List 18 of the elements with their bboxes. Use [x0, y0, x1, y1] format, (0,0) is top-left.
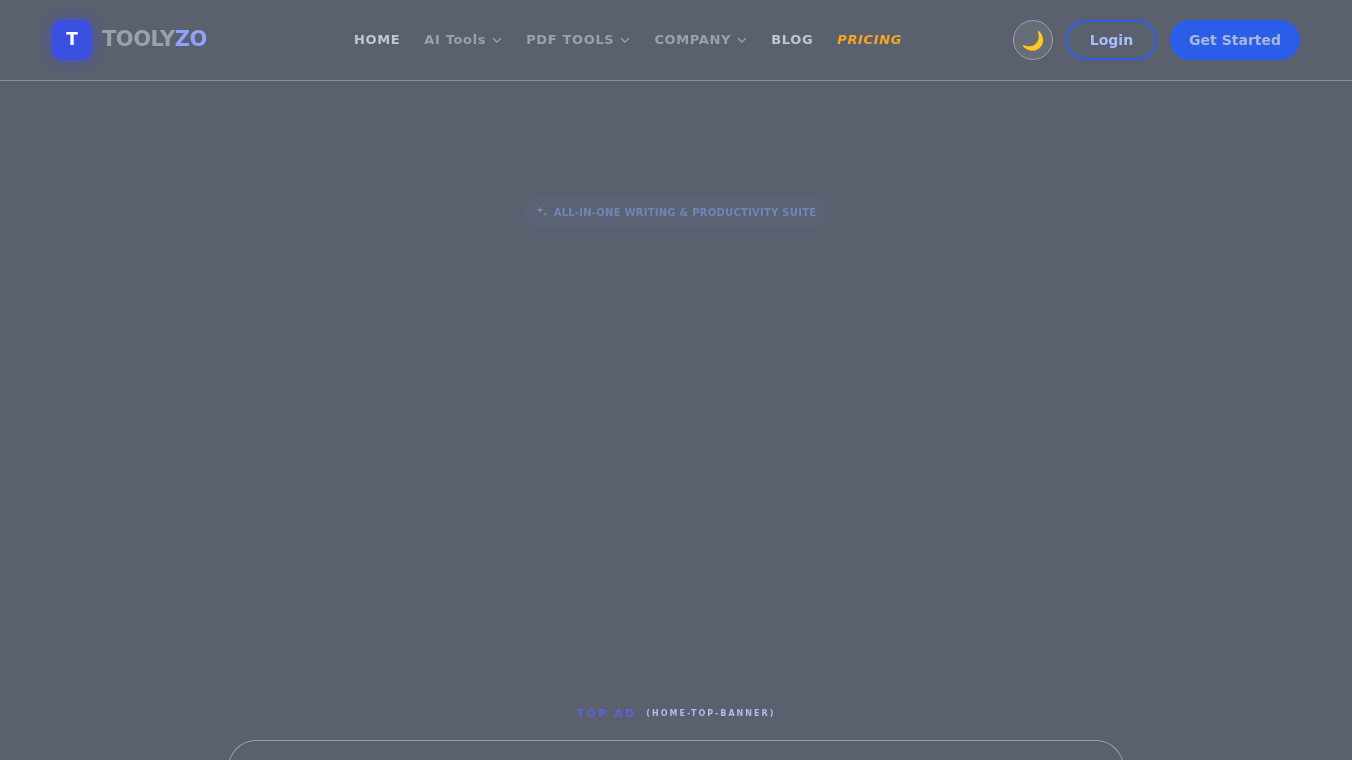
nav-menu[interactable]: COMPANY — [654, 30, 748, 50]
ad-slot-name: (HOME-TOP-BANNER) — [646, 707, 776, 720]
logo-icon[interactable]: T — [52, 20, 92, 60]
nav-menu[interactable]: AI Tools — [424, 30, 503, 50]
get-started-button[interactable]: Get Started — [1170, 20, 1300, 60]
chevron-down-icon — [620, 37, 631, 43]
chevron-down-icon — [737, 37, 748, 43]
ad-label: TOP AD — [576, 705, 637, 722]
tagline-text: ALL-IN-ONE WRITING & PRODUCTIVITY SUITE — [553, 205, 817, 220]
brand-name[interactable]: TOOLYZO — [102, 24, 207, 56]
nav-link[interactable]: BLOG — [771, 30, 814, 50]
pricing-link[interactable]: PRICING — [837, 30, 903, 50]
login-button[interactable]: Login — [1065, 20, 1158, 60]
theme-toggle-button[interactable]: 🌙 — [1012, 20, 1053, 60]
nav-menu[interactable]: PDF TOOLS — [526, 30, 631, 50]
chevron-down-icon — [492, 37, 503, 43]
nav-link[interactable]: HOME — [354, 30, 401, 50]
sparkle-icon — [535, 206, 548, 218]
